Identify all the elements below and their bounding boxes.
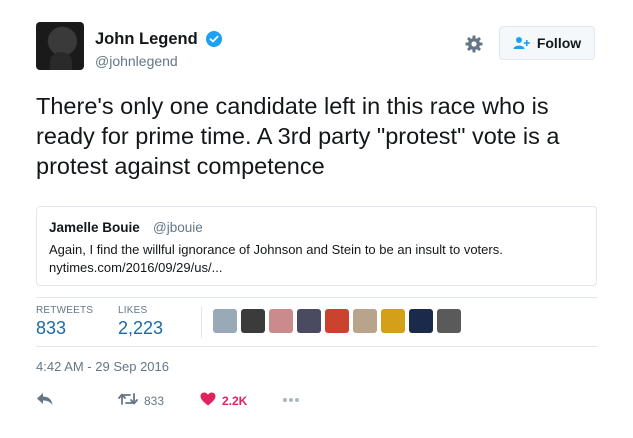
- author-handle[interactable]: @johnlegend: [95, 53, 178, 69]
- author-avatar[interactable]: [36, 22, 84, 70]
- more-icon: [282, 392, 300, 406]
- quoted-author-handle: @jbouie: [153, 220, 203, 235]
- quoted-link[interactable]: nytimes.com/2016/09/29/us/...: [49, 259, 589, 277]
- heart-icon: [200, 392, 216, 409]
- liker-avatars: [213, 309, 461, 333]
- retweet-icon: [118, 392, 138, 409]
- author-name[interactable]: John Legend: [95, 30, 198, 49]
- tweet-text: There's only one candidate left in this …: [36, 93, 560, 179]
- likes-label: LIKES: [118, 305, 148, 316]
- gear-icon[interactable]: [464, 34, 484, 54]
- like-button[interactable]: 2.2K: [200, 392, 247, 409]
- quoted-author-name: Jamelle Bouie: [49, 220, 140, 235]
- liker-avatar[interactable]: [409, 309, 433, 333]
- stats-separator: [201, 306, 202, 338]
- retweets-label: RETWEETS: [36, 305, 94, 316]
- like-count: 2.2K: [222, 393, 248, 408]
- liker-avatar[interactable]: [269, 309, 293, 333]
- verified-badge-icon: [206, 31, 222, 47]
- likes-count[interactable]: 2,223: [118, 318, 163, 339]
- liker-avatar[interactable]: [213, 309, 237, 333]
- quoted-tweet[interactable]: Jamelle Bouie @jbouie Again, I find the …: [36, 206, 597, 286]
- liker-avatar[interactable]: [241, 309, 265, 333]
- divider: [36, 346, 597, 347]
- retweets-count[interactable]: 833: [36, 318, 66, 339]
- divider: [36, 297, 597, 298]
- add-user-icon: [513, 36, 531, 50]
- liker-avatar[interactable]: [437, 309, 461, 333]
- tweet-actions: 833 2.2K: [36, 392, 597, 412]
- retweet-count: 833: [144, 393, 165, 408]
- reply-icon: [36, 392, 54, 409]
- liker-avatar[interactable]: [297, 309, 321, 333]
- retweet-button[interactable]: 833: [118, 392, 164, 409]
- liker-avatar[interactable]: [381, 309, 405, 333]
- quoted-tweet-text: Again, I find the willful ignorance of J…: [49, 241, 589, 277]
- quoted-text-line: Again, I find the willful ignorance of J…: [49, 242, 503, 257]
- more-button[interactable]: [282, 392, 300, 406]
- reply-button[interactable]: [36, 392, 54, 409]
- follow-label: Follow: [536, 35, 582, 51]
- liker-avatar[interactable]: [325, 309, 349, 333]
- timestamp[interactable]: 4:42 AM - 29 Sep 2016: [36, 359, 169, 374]
- liker-avatar[interactable]: [353, 309, 377, 333]
- follow-button[interactable]: Follow: [499, 26, 595, 60]
